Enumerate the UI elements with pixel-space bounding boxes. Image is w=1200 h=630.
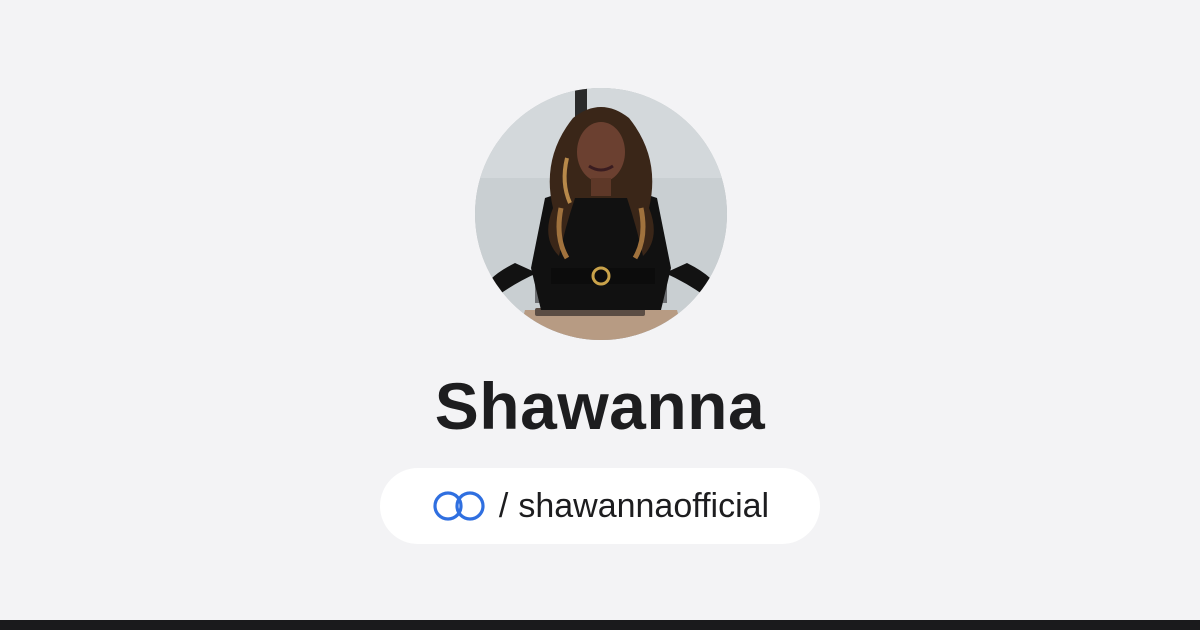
bottom-bar: [0, 620, 1200, 630]
profile-handle: shawannaofficial: [518, 486, 770, 525]
profile-card: Shawanna / shawannaofficial: [0, 0, 1200, 630]
handle-separator: /: [498, 486, 509, 525]
profile-avatar[interactable]: [475, 88, 727, 340]
linked-rings-logo-icon: [431, 489, 487, 523]
handle-pill[interactable]: / shawannaofficial: [380, 468, 820, 544]
avatar-photo: [475, 88, 727, 340]
profile-name: Shawanna: [434, 369, 766, 443]
